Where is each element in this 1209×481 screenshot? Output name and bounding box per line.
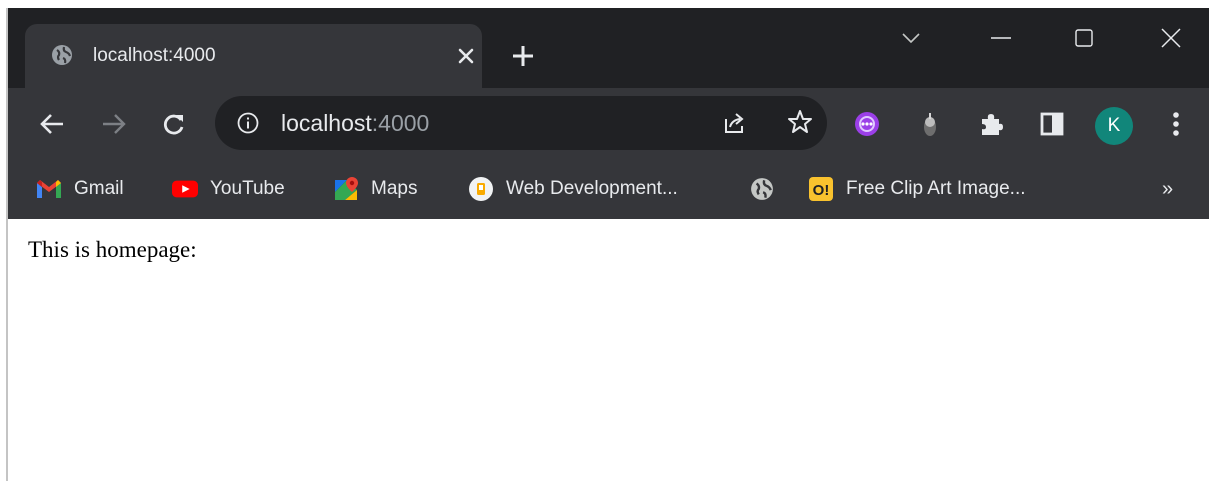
maximize-button[interactable] — [1061, 18, 1107, 58]
bookmark-web-development[interactable]: Web Development... — [468, 174, 678, 204]
forward-button[interactable] — [98, 108, 130, 140]
svg-text:O!: O! — [813, 182, 830, 199]
side-panel-icon — [1040, 112, 1064, 136]
bookmark-free-clip-art[interactable]: O! Free Clip Art Image... — [808, 174, 1026, 204]
youtube-icon — [172, 176, 198, 202]
clipart-icon: O! — [808, 176, 834, 202]
new-tab-button[interactable] — [508, 41, 538, 71]
close-tab-icon[interactable] — [453, 43, 479, 69]
window-top-edge — [0, 0, 1209, 8]
minimize-button[interactable] — [978, 18, 1024, 58]
close-window-button[interactable] — [1148, 18, 1194, 58]
mouse-extension-icon — [924, 113, 936, 136]
tab-search-button[interactable] — [888, 18, 934, 58]
tab-title: localhost:4000 — [93, 45, 216, 66]
bookmark-youtube[interactable]: YouTube — [172, 174, 285, 204]
kebab-menu-icon — [1173, 112, 1179, 136]
bookmark-label: Maps — [371, 178, 418, 199]
extension-mouse-button[interactable] — [914, 108, 946, 140]
gmail-icon — [36, 176, 62, 202]
puzzle-icon — [982, 114, 1003, 135]
minimize-icon — [991, 37, 1011, 39]
page-text: This is homepage: — [28, 237, 197, 262]
side-panel-button[interactable] — [1036, 108, 1068, 140]
address-bar[interactable]: localhost:4000 — [215, 96, 827, 150]
maps-icon — [333, 176, 359, 202]
bookmark-star-icon[interactable] — [786, 108, 814, 136]
back-button[interactable] — [36, 108, 68, 140]
maximize-icon — [1075, 29, 1093, 47]
chevron-down-icon — [902, 33, 920, 44]
tab-strip: localhost:4000 — [8, 8, 1209, 88]
more-bookmarks-button[interactable]: » — [1162, 174, 1173, 204]
reload-button[interactable] — [158, 108, 190, 140]
bookmark-gmail[interactable]: Gmail — [36, 174, 124, 204]
bookmarks-bar: Gmail YouTube Maps Web Development... O!… — [8, 160, 1209, 219]
url-text: localhost:4000 — [281, 109, 429, 137]
info-icon[interactable] — [237, 112, 259, 134]
share-icon[interactable] — [720, 109, 748, 137]
page-content: This is homepage: — [10, 219, 1209, 481]
extensions-button[interactable] — [975, 108, 1007, 140]
menu-button[interactable] — [1160, 108, 1192, 140]
bookmark-label: Gmail — [74, 178, 124, 199]
reload-icon — [163, 114, 184, 135]
globe-icon — [749, 176, 775, 202]
toolbar: localhost:4000 K — [8, 88, 1209, 160]
bookmark-label: Free Clip Art Image... — [846, 178, 1026, 199]
arrow-left-icon — [40, 114, 63, 134]
close-icon — [1161, 28, 1181, 48]
window-left-edge — [0, 8, 8, 481]
browser-chrome: localhost:4000 localhost:4000 K Gmail Yo… — [8, 8, 1209, 219]
graphql-extension-icon — [855, 112, 879, 136]
bookmark-label: YouTube — [210, 178, 285, 199]
url-port: :4000 — [371, 110, 430, 136]
bookmark-label: Web Development... — [506, 178, 678, 199]
globe-icon — [52, 45, 72, 65]
url-host: localhost — [281, 110, 372, 136]
active-tab[interactable]: localhost:4000 — [25, 24, 482, 88]
web-dev-icon — [468, 176, 494, 202]
bookmark-maps[interactable]: Maps — [333, 174, 417, 204]
profile-avatar[interactable]: K — [1095, 107, 1133, 145]
bookmark-globe[interactable] — [749, 174, 787, 204]
extension-graphql-button[interactable] — [851, 108, 883, 140]
arrow-right-icon — [103, 114, 126, 134]
